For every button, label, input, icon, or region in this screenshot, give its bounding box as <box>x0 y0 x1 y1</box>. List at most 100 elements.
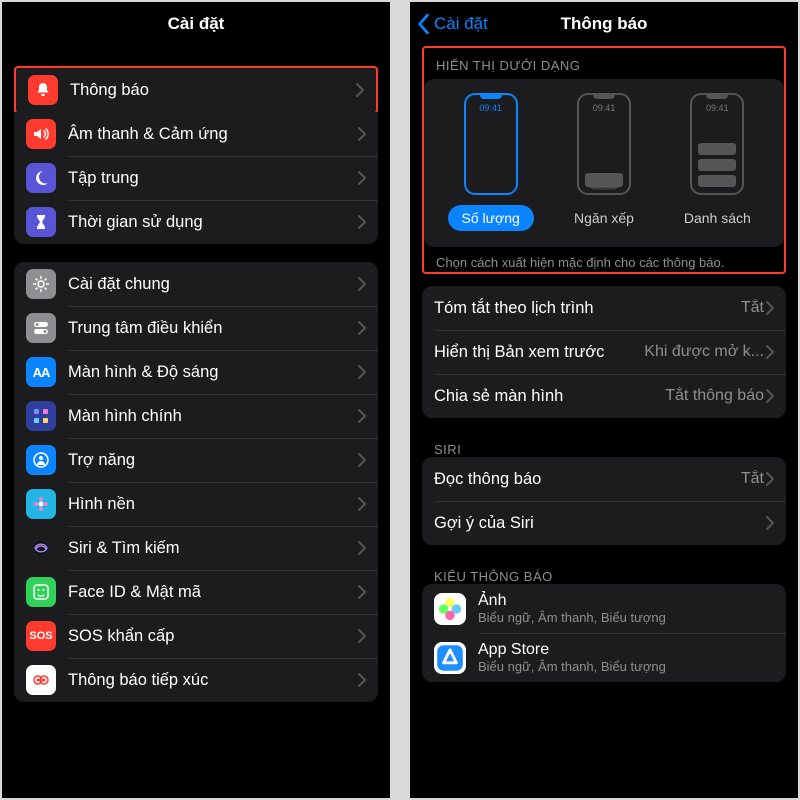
settings-group-1b: Âm thanh & Cảm ứng Tập trung Thời gian sử … <box>14 112 378 244</box>
option-label: Ngăn xếp <box>560 205 648 231</box>
grid-icon <box>26 401 56 431</box>
preview-time: 09:41 <box>479 103 502 113</box>
app-sub: Biểu ngữ, Âm thanh, Biểu tượng <box>478 659 774 674</box>
chevron-right-icon <box>358 171 366 185</box>
row-label: Chia sẻ màn hình <box>434 387 665 406</box>
chevron-right-icon <box>766 345 774 359</box>
row-label: Thông báo <box>70 81 356 100</box>
row-label: Thời gian sử dụng <box>68 213 358 232</box>
flower-icon <box>26 489 56 519</box>
settings-screen: Cài đặt Thông báo Âm thanh & Cảm ứng Tập … <box>2 2 390 798</box>
row-share[interactable]: Chia sẻ màn hìnhTắt thông báo <box>422 374 786 418</box>
row-exposure[interactable]: Thông báo tiếp xúc <box>14 658 378 702</box>
row-focus[interactable]: Tập trung <box>14 156 378 200</box>
appstore-icon <box>434 642 466 674</box>
row-general[interactable]: Cài đặt chung <box>14 262 378 306</box>
hourglass-icon <box>26 207 56 237</box>
row-label: Siri & Tìm kiếm <box>68 539 358 558</box>
bell-icon <box>28 75 58 105</box>
display-option-count[interactable]: 09:41 Số lượng <box>441 93 541 231</box>
row-faceid[interactable]: Face ID & Mật mã <box>14 570 378 614</box>
speaker-icon <box>26 119 56 149</box>
display-option-list[interactable]: 09:41 Danh sách <box>667 93 767 231</box>
row-value: Tắt <box>741 470 764 488</box>
row-screentime[interactable]: Thời gian sử dụng <box>14 200 378 244</box>
chevron-right-icon <box>358 453 366 467</box>
row-label: Gợi ý của Siri <box>434 514 766 533</box>
phone-preview-icon: 09:41 <box>690 93 744 195</box>
row-label: Hình nền <box>68 495 358 514</box>
chevron-right-icon <box>358 585 366 599</box>
chevron-right-icon <box>358 321 366 335</box>
nav-bar: Cài đặt <box>2 2 390 46</box>
nav-bar: Cài đặt Thông báo <box>410 2 798 46</box>
row-home[interactable]: Màn hình chính <box>14 394 378 438</box>
display-as-section-highlight: HIỂN THỊ DƯỚI DẠNG 09:41 Số lượng 09:41 Ngă… <box>422 46 786 274</box>
option-label: Danh sách <box>670 205 765 231</box>
chevron-right-icon <box>358 673 366 687</box>
row-sos[interactable]: SOS SOS khẩn cấp <box>14 614 378 658</box>
row-suggest[interactable]: Gợi ý của Siri <box>422 501 786 545</box>
chevron-right-icon <box>358 629 366 643</box>
row-value: Tắt thông báo <box>665 387 764 405</box>
row-value: Khi được mở k... <box>644 343 764 361</box>
page-title: Thông báo <box>561 14 648 34</box>
row-value: Tắt <box>741 299 764 317</box>
row-notifications[interactable]: Thông báo <box>16 68 376 112</box>
row-announce[interactable]: Đọc thông báoTắt <box>422 457 786 501</box>
gear-icon <box>26 269 56 299</box>
chevron-right-icon <box>358 215 366 229</box>
row-siri[interactable]: Siri & Tìm kiếm <box>14 526 378 570</box>
chevron-right-icon <box>358 127 366 141</box>
back-button[interactable]: Cài đặt <box>416 2 488 46</box>
option-label: Số lượng <box>448 205 534 231</box>
phone-preview-icon: 09:41 <box>577 93 631 195</box>
display-as-picker: 09:41 Số lượng 09:41 Ngăn xếp 09:41 Danh sách <box>424 79 784 247</box>
row-display[interactable]: AA Màn hình & Độ sáng <box>14 350 378 394</box>
chevron-left-icon <box>416 13 430 35</box>
row-control[interactable]: Trung tâm điều khiển <box>14 306 378 350</box>
back-label: Cài đặt <box>434 14 488 34</box>
SOS-icon: SOS <box>26 621 56 651</box>
page-title: Cài đặt <box>168 14 225 34</box>
chevron-right-icon <box>358 409 366 423</box>
chevron-right-icon <box>358 497 366 511</box>
app-row-photos[interactable]: ẢnhBiểu ngữ, Âm thanh, Biểu tượng <box>422 584 786 633</box>
face-icon <box>26 577 56 607</box>
row-label: Âm thanh & Cảm ứng <box>68 125 358 144</box>
AA-icon: AA <box>26 357 56 387</box>
chevron-right-icon <box>766 516 774 530</box>
settings-group-1: Thông báo <box>14 66 378 114</box>
row-summary[interactable]: Tóm tắt theo lịch trìnhTắt <box>422 286 786 330</box>
siri-header: SIRI <box>434 442 774 457</box>
siri-group: Đọc thông báoTắt Gợi ý của Siri <box>422 457 786 545</box>
notification-settings-group: Tóm tắt theo lịch trìnhTắtHiển thị Bản x… <box>422 286 786 418</box>
preview-time: 09:41 <box>593 103 616 113</box>
exposure-icon <box>26 665 56 695</box>
row-label: Thông báo tiếp xúc <box>68 671 358 690</box>
row-preview[interactable]: Hiển thị Bản xem trướcKhi được mở k... <box>422 330 786 374</box>
app-name: App Store <box>478 641 774 659</box>
chevron-right-icon <box>358 365 366 379</box>
row-label: SOS khẩn cấp <box>68 627 358 646</box>
style-header: KIỂU THÔNG BÁO <box>434 569 774 584</box>
app-row-appstore[interactable]: App StoreBiểu ngữ, Âm thanh, Biểu tượng <box>422 633 786 682</box>
settings-group-2: Cài đặt chungTrung tâm điều khiển AA Màn h… <box>14 262 378 702</box>
row-label: Face ID & Mật mã <box>68 583 358 602</box>
app-sub: Biểu ngữ, Âm thanh, Biểu tượng <box>478 610 774 625</box>
photos-icon <box>434 593 466 625</box>
display-option-stack[interactable]: 09:41 Ngăn xếp <box>554 93 654 231</box>
display-as-header: HIỂN THỊ DƯỚI DẠNG <box>436 58 772 73</box>
display-as-footer: Chọn cách xuất hiện mặc định cho các thô… <box>436 255 772 270</box>
chevron-right-icon <box>766 389 774 403</box>
chevron-right-icon <box>356 83 364 97</box>
row-label: Đọc thông báo <box>434 470 741 489</box>
row-accessibility[interactable]: Trợ năng <box>14 438 378 482</box>
switch-icon <box>26 313 56 343</box>
row-label: Màn hình & Độ sáng <box>68 363 358 382</box>
row-sounds[interactable]: Âm thanh & Cảm ứng <box>14 112 378 156</box>
siri-icon <box>26 533 56 563</box>
app-name: Ảnh <box>478 592 774 610</box>
chevron-right-icon <box>358 541 366 555</box>
row-wallpaper[interactable]: Hình nền <box>14 482 378 526</box>
